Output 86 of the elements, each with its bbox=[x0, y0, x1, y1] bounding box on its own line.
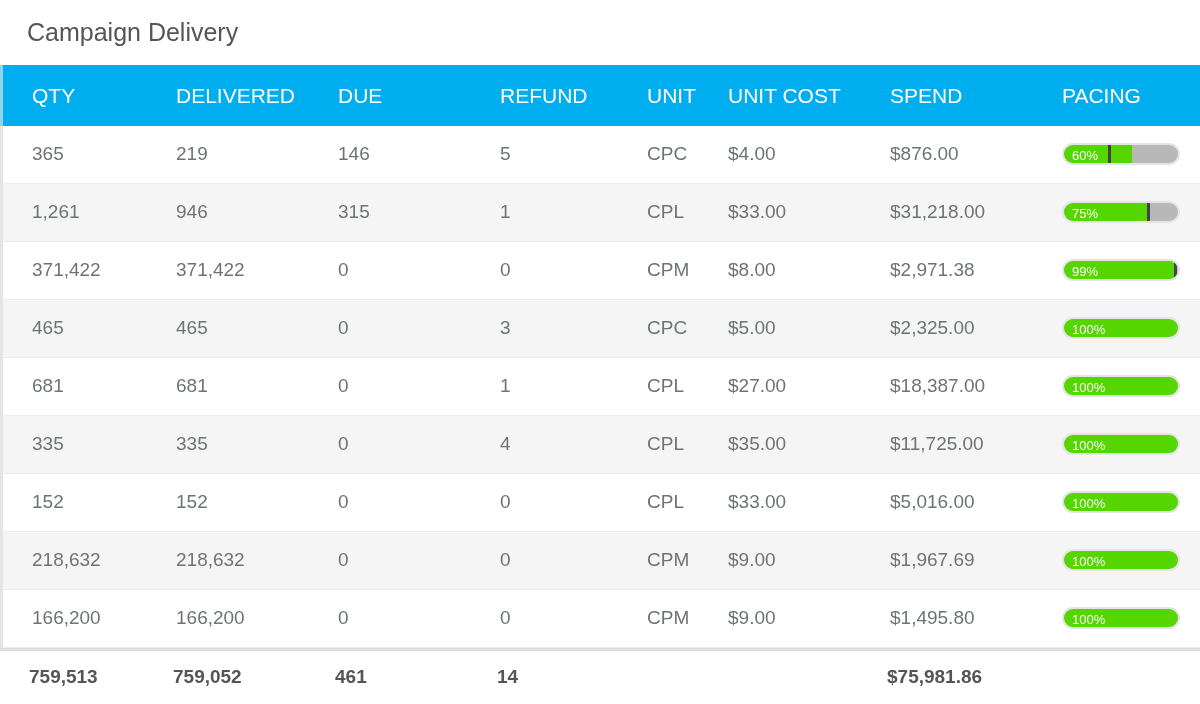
table-cell-text: 4 bbox=[500, 432, 512, 457]
pacing-label: 100% bbox=[1072, 554, 1106, 570]
pacing-label: 100% bbox=[1072, 612, 1106, 628]
table-cell-text: $11,725.00 bbox=[890, 432, 985, 457]
table-cell-text: 0 bbox=[500, 606, 512, 631]
table-cell-text: CPL bbox=[647, 432, 685, 457]
table-cell-text: $27.00 bbox=[728, 374, 788, 399]
column-header: SPEND bbox=[890, 82, 964, 109]
table-cell-text: $2,325.00 bbox=[890, 316, 976, 341]
table-cell-text: CPL bbox=[647, 374, 685, 399]
table-cell-text: $1,967.69 bbox=[890, 548, 976, 573]
table-cell-text: 0 bbox=[338, 606, 350, 631]
table-cell-text: 152 bbox=[32, 490, 65, 515]
pacing-label: 100% bbox=[1072, 380, 1106, 396]
table-cell-text: $876.00 bbox=[890, 142, 960, 167]
table-cell-text: CPM bbox=[647, 258, 691, 283]
column-header: PACING bbox=[1062, 82, 1142, 109]
table-cell-text: $18,387.00 bbox=[890, 374, 987, 399]
table-cell-text: $8.00 bbox=[728, 258, 777, 283]
table-cell-text: 1,261 bbox=[32, 200, 81, 225]
table-cell-text: CPC bbox=[647, 142, 689, 167]
table-cell-text: 5 bbox=[500, 142, 512, 167]
table-cell-text: 1 bbox=[500, 200, 512, 225]
table-cell-text: CPL bbox=[647, 200, 685, 225]
table-cell-text: 371,422 bbox=[32, 258, 102, 283]
pacing-label: 99% bbox=[1072, 264, 1099, 280]
pacing-label: 100% bbox=[1072, 322, 1106, 338]
total-cell-text: $75,981.86 bbox=[887, 665, 984, 690]
total-cell-text: 759,513 bbox=[29, 665, 99, 690]
table-cell-text: 1 bbox=[500, 374, 512, 399]
table-cell-text: 3 bbox=[500, 316, 512, 341]
table-cell-text: $5,016.00 bbox=[890, 490, 976, 515]
column-header: DELIVERED bbox=[176, 82, 297, 109]
total-cell-text: 759,052 bbox=[173, 665, 243, 690]
table-cell-text: CPM bbox=[647, 606, 691, 631]
pacing-label: 100% bbox=[1072, 438, 1106, 454]
table-cell-text: 681 bbox=[32, 374, 65, 399]
table-cell-text: 681 bbox=[176, 374, 209, 399]
table-cell-text: 371,422 bbox=[176, 258, 246, 283]
table-cell-text: 166,200 bbox=[176, 606, 246, 631]
table-cell-text: 218,632 bbox=[32, 548, 102, 573]
table-cell-text: 465 bbox=[32, 316, 65, 341]
table-cell-text: 335 bbox=[32, 432, 65, 457]
table-cell-text: 0 bbox=[338, 316, 350, 341]
table-cell-text: CPL bbox=[647, 490, 685, 515]
table-cell-text: 0 bbox=[338, 490, 350, 515]
table-cell-text: 0 bbox=[338, 258, 350, 283]
total-cell-text: 461 bbox=[335, 665, 368, 690]
table-cell-text: 0 bbox=[338, 432, 350, 457]
pacing-label: 60% bbox=[1072, 148, 1099, 164]
table-cell-text: CPM bbox=[647, 548, 691, 573]
table-cell-text: 219 bbox=[176, 142, 209, 167]
table-cell-text: $9.00 bbox=[728, 548, 777, 573]
table-cell-text: $33.00 bbox=[728, 200, 788, 225]
table-cell-text: $35.00 bbox=[728, 432, 788, 457]
table-cell-text: 152 bbox=[176, 490, 209, 515]
table-cell-text: $4.00 bbox=[728, 142, 777, 167]
table-cell-text: $2,971.38 bbox=[890, 258, 976, 283]
table-cell-text: 166,200 bbox=[32, 606, 102, 631]
table-cell-text: 0 bbox=[338, 374, 350, 399]
table-cell-text: 218,632 bbox=[176, 548, 246, 573]
pacing-label: 75% bbox=[1072, 206, 1099, 222]
table-cell-text: 0 bbox=[500, 490, 512, 515]
table-cell-text: 465 bbox=[176, 316, 209, 341]
panel-title: Campaign Delivery bbox=[27, 16, 239, 48]
pacing-label: 100% bbox=[1072, 496, 1106, 512]
table-cell-text: $9.00 bbox=[728, 606, 777, 631]
table-cell-text: 365 bbox=[32, 142, 65, 167]
table-cell-text: 0 bbox=[338, 548, 350, 573]
table-cell-text: 335 bbox=[176, 432, 209, 457]
table-cell-text: CPC bbox=[647, 316, 689, 341]
table-cell-text: 315 bbox=[338, 200, 371, 225]
table-cell-text: 0 bbox=[500, 548, 512, 573]
table-cell-text: 146 bbox=[338, 142, 371, 167]
table-cell-text: 946 bbox=[176, 200, 209, 225]
total-cell-text: 14 bbox=[497, 665, 520, 690]
table-cell-text: 0 bbox=[500, 258, 512, 283]
table-cell-text: $1,495.80 bbox=[890, 606, 976, 631]
column-header: DUE bbox=[338, 82, 384, 109]
table-cell-text: $5.00 bbox=[728, 316, 777, 341]
table-cell-text: $33.00 bbox=[728, 490, 788, 515]
column-header: QTY bbox=[32, 82, 77, 109]
table-cell-text: $31,218.00 bbox=[890, 200, 987, 225]
column-header: REFUND bbox=[500, 82, 589, 109]
column-header: UNIT bbox=[647, 82, 697, 109]
column-header: UNIT COST bbox=[728, 82, 842, 109]
